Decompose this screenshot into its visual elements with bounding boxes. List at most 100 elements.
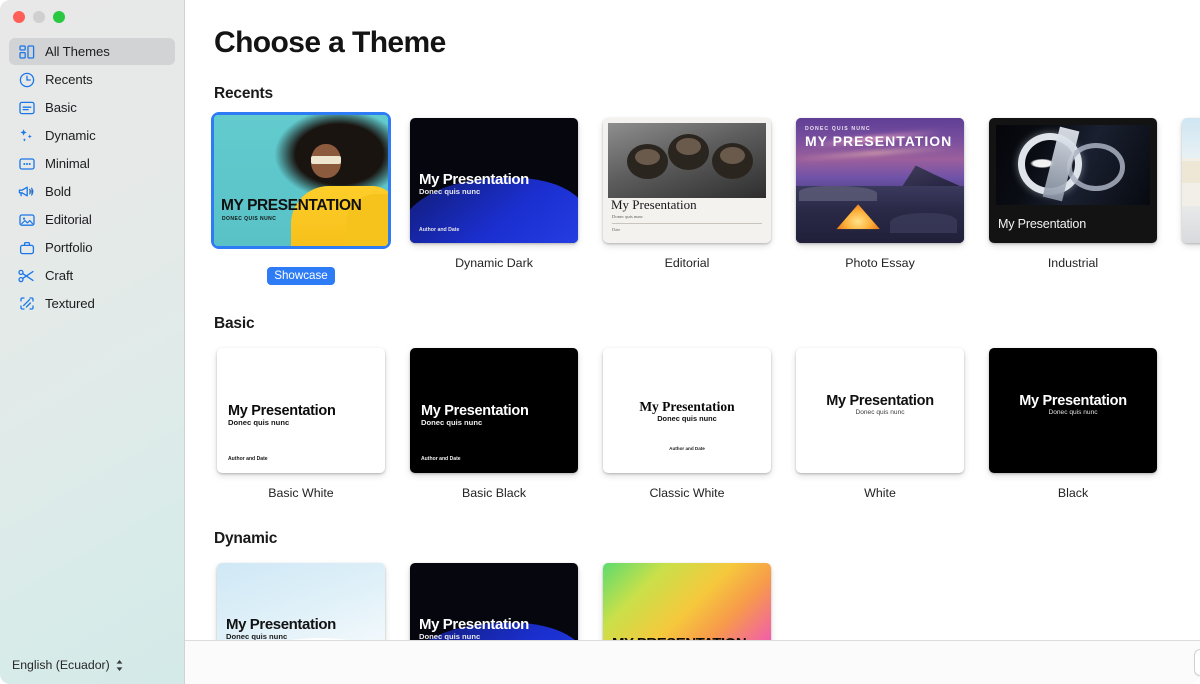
- sidebar-item-editorial[interactable]: Editorial: [9, 206, 175, 233]
- slide-footer: Author and Date: [603, 446, 771, 451]
- slide-subtitle: Donec quis nunc: [228, 419, 289, 427]
- sidebar-item-craft[interactable]: Craft: [9, 262, 175, 289]
- sparkles-icon: [17, 126, 36, 145]
- slide-title: My Presentation: [796, 394, 964, 409]
- page-title: Choose a Theme: [214, 26, 446, 60]
- theme-name-label: Dynamic Dark: [407, 256, 581, 270]
- slide-title: My Presentation: [226, 617, 336, 633]
- slide-subtitle: Donec quis nunc: [796, 409, 964, 416]
- slide-title: My Presentation: [998, 217, 1086, 231]
- close-window-button[interactable]: [13, 11, 25, 23]
- section-title-recents: Recents: [214, 85, 1200, 103]
- slide-subtitle: DONEC QUIS NUNC: [222, 217, 276, 223]
- slide-subtitle: Donec quis nunc: [419, 633, 480, 640]
- slide-title: My Presentation: [228, 404, 336, 419]
- sidebar-item-label: Portfolio: [45, 240, 92, 255]
- theme-cell-classic-white[interactable]: My Presentation Donec quis nunc Author a…: [600, 345, 774, 500]
- sidebar-item-textured[interactable]: Textured: [9, 290, 175, 317]
- theme-name-label: Basic White: [214, 486, 388, 500]
- language-popup-button[interactable]: English (Ecuador): [12, 658, 124, 672]
- slide-title: My Presentation: [419, 617, 529, 633]
- theme-thumbnail-dynamic-gradient[interactable]: MY PRESENTATION DONEC QUIS NUNC: [600, 560, 774, 640]
- slide-kicker: DONEC QUIS NUNC: [805, 126, 871, 132]
- slide-subtitle: Donec quis nunc: [421, 419, 482, 427]
- theme-cell-offscreen-partial[interactable]: [1179, 115, 1200, 285]
- sidebar-item-label: All Themes: [45, 44, 110, 59]
- slide-title: MY PRESENTATION: [805, 134, 952, 149]
- sidebar-item-label: Textured: [45, 296, 95, 311]
- theme-name-label: Photo Essay: [793, 256, 967, 270]
- sidebar-item-label: Basic: [45, 100, 77, 115]
- theme-thumbnail-white[interactable]: My Presentation Donec quis nunc: [793, 345, 967, 476]
- scissors-icon: [17, 266, 36, 285]
- theme-thumbnail-offscreen-partial[interactable]: [1179, 115, 1200, 246]
- sidebar-item-recents[interactable]: Recents: [9, 66, 175, 93]
- theme-thumbnail-basic-black[interactable]: My Presentation Donec quis nunc Author a…: [407, 345, 581, 476]
- slide-title: My Presentation: [421, 404, 529, 419]
- theme-thumbnail-black[interactable]: My Presentation Donec quis nunc: [986, 345, 1160, 476]
- sidebar-item-label: Dynamic: [45, 128, 96, 143]
- maximize-window-button[interactable]: [53, 11, 65, 23]
- slide-subtitle: Donec quis nunc: [603, 414, 771, 423]
- theme-cell-editorial[interactable]: My Presentation Donec quis nunc Date Edi…: [600, 115, 774, 285]
- sidebar-item-label: Recents: [45, 72, 93, 87]
- sidebar-item-minimal[interactable]: Minimal: [9, 150, 175, 177]
- sidebar-item-label: Bold: [45, 184, 71, 199]
- sidebar-item-all-themes[interactable]: All Themes: [9, 38, 175, 65]
- theme-cell-dynamic-dark[interactable]: My Presentation Donec quis nunc Author a…: [407, 115, 581, 285]
- slide-subtitle: Donec quis nunc: [989, 409, 1157, 416]
- theme-thumbnail-classic-white[interactable]: My Presentation Donec quis nunc Author a…: [600, 345, 774, 476]
- theme-cell-dynamic-gradient[interactable]: MY PRESENTATION DONEC QUIS NUNC: [600, 560, 774, 640]
- theme-thumbnail-photo-essay[interactable]: DONEC QUIS NUNC MY PRESENTATION: [793, 115, 967, 246]
- theme-cell-industrial[interactable]: My Presentation Industrial: [986, 115, 1160, 285]
- sidebar-item-label: Editorial: [45, 212, 92, 227]
- theme-name-badge: Showcase: [267, 267, 335, 285]
- theme-cell-dynamic-dark-2[interactable]: My Presentation Donec quis nunc: [407, 560, 581, 640]
- theme-cell-black[interactable]: My Presentation Donec quis nunc Black: [986, 345, 1160, 500]
- theme-chooser-window: All Themes Recents Basic: [0, 0, 1200, 684]
- theme-name-label: Black: [986, 486, 1160, 500]
- theme-name-label: Editorial: [600, 256, 774, 270]
- slide-title: MY PRESENTATION: [612, 636, 746, 641]
- theme-thumbnail-industrial[interactable]: My Presentation: [986, 115, 1160, 246]
- sidebar-item-basic[interactable]: Basic: [9, 94, 175, 121]
- minimize-window-button[interactable]: [33, 11, 45, 23]
- theme-name-label: Industrial: [986, 256, 1160, 270]
- theme-thumbnail-dynamic-dark-2[interactable]: My Presentation Donec quis nunc: [407, 560, 581, 640]
- slide-title: My Presentation: [419, 172, 529, 188]
- theme-cell-basic-black[interactable]: My Presentation Donec quis nunc Author a…: [407, 345, 581, 500]
- window-controls: [13, 11, 65, 23]
- theme-cell-photo-essay[interactable]: DONEC QUIS NUNC MY PRESENTATION Photo Es…: [793, 115, 967, 285]
- slide-footer: Author and Date: [421, 456, 461, 462]
- theme-row-recents: MY PRESENTATION DONEC QUIS NUNC Showcase…: [214, 115, 1200, 285]
- slide-title: My Presentation: [989, 394, 1157, 409]
- theme-thumbnail-dynamic-dark[interactable]: My Presentation Donec quis nunc Author a…: [407, 115, 581, 246]
- sidebar-item-dynamic[interactable]: Dynamic: [9, 122, 175, 149]
- section-title-basic: Basic: [214, 315, 1200, 333]
- theme-cell-white[interactable]: My Presentation Donec quis nunc White: [793, 345, 967, 500]
- theme-category-list: All Themes Recents Basic: [0, 38, 184, 318]
- slide-title: My Presentation: [611, 197, 697, 213]
- slide-footer: Author and Date: [419, 227, 459, 233]
- theme-name-label: Basic Black: [407, 486, 581, 500]
- theme-thumbnail-dynamic-light[interactable]: My Presentation Donec quis nunc: [214, 560, 388, 640]
- theme-cell-dynamic-light[interactable]: My Presentation Donec quis nunc: [214, 560, 388, 640]
- header: Choose a Theme Standard (4:3): [214, 0, 1200, 60]
- theme-scroll-area[interactable]: Choose a Theme Standard (4:3) Recents: [185, 0, 1200, 640]
- theme-thumbnail-basic-white[interactable]: My Presentation Donec quis nunc Author a…: [214, 345, 388, 476]
- theme-thumbnail-editorial[interactable]: My Presentation Donec quis nunc Date: [600, 115, 774, 246]
- sidebar-item-bold[interactable]: Bold: [9, 178, 175, 205]
- slide-footer: Date: [612, 227, 620, 232]
- slide-title: MY PRESENTATION: [221, 198, 361, 214]
- cancel-button[interactable]: Cancel: [1194, 649, 1200, 676]
- sidebar-item-portfolio[interactable]: Portfolio: [9, 234, 175, 261]
- sidebar: All Themes Recents Basic: [0, 0, 185, 684]
- section-title-dynamic: Dynamic: [214, 530, 1200, 548]
- language-popup-label: English (Ecuador): [12, 658, 110, 672]
- theme-cell-basic-white[interactable]: My Presentation Donec quis nunc Author a…: [214, 345, 388, 500]
- theme-row-dynamic: My Presentation Donec quis nunc My Prese…: [214, 560, 1200, 640]
- theme-cell-showcase[interactable]: MY PRESENTATION DONEC QUIS NUNC Showcase: [214, 115, 388, 285]
- theme-thumbnail-showcase[interactable]: MY PRESENTATION DONEC QUIS NUNC: [211, 112, 391, 249]
- photo-icon: [17, 210, 36, 229]
- main-panel: Choose a Theme Standard (4:3) Recents: [185, 0, 1200, 684]
